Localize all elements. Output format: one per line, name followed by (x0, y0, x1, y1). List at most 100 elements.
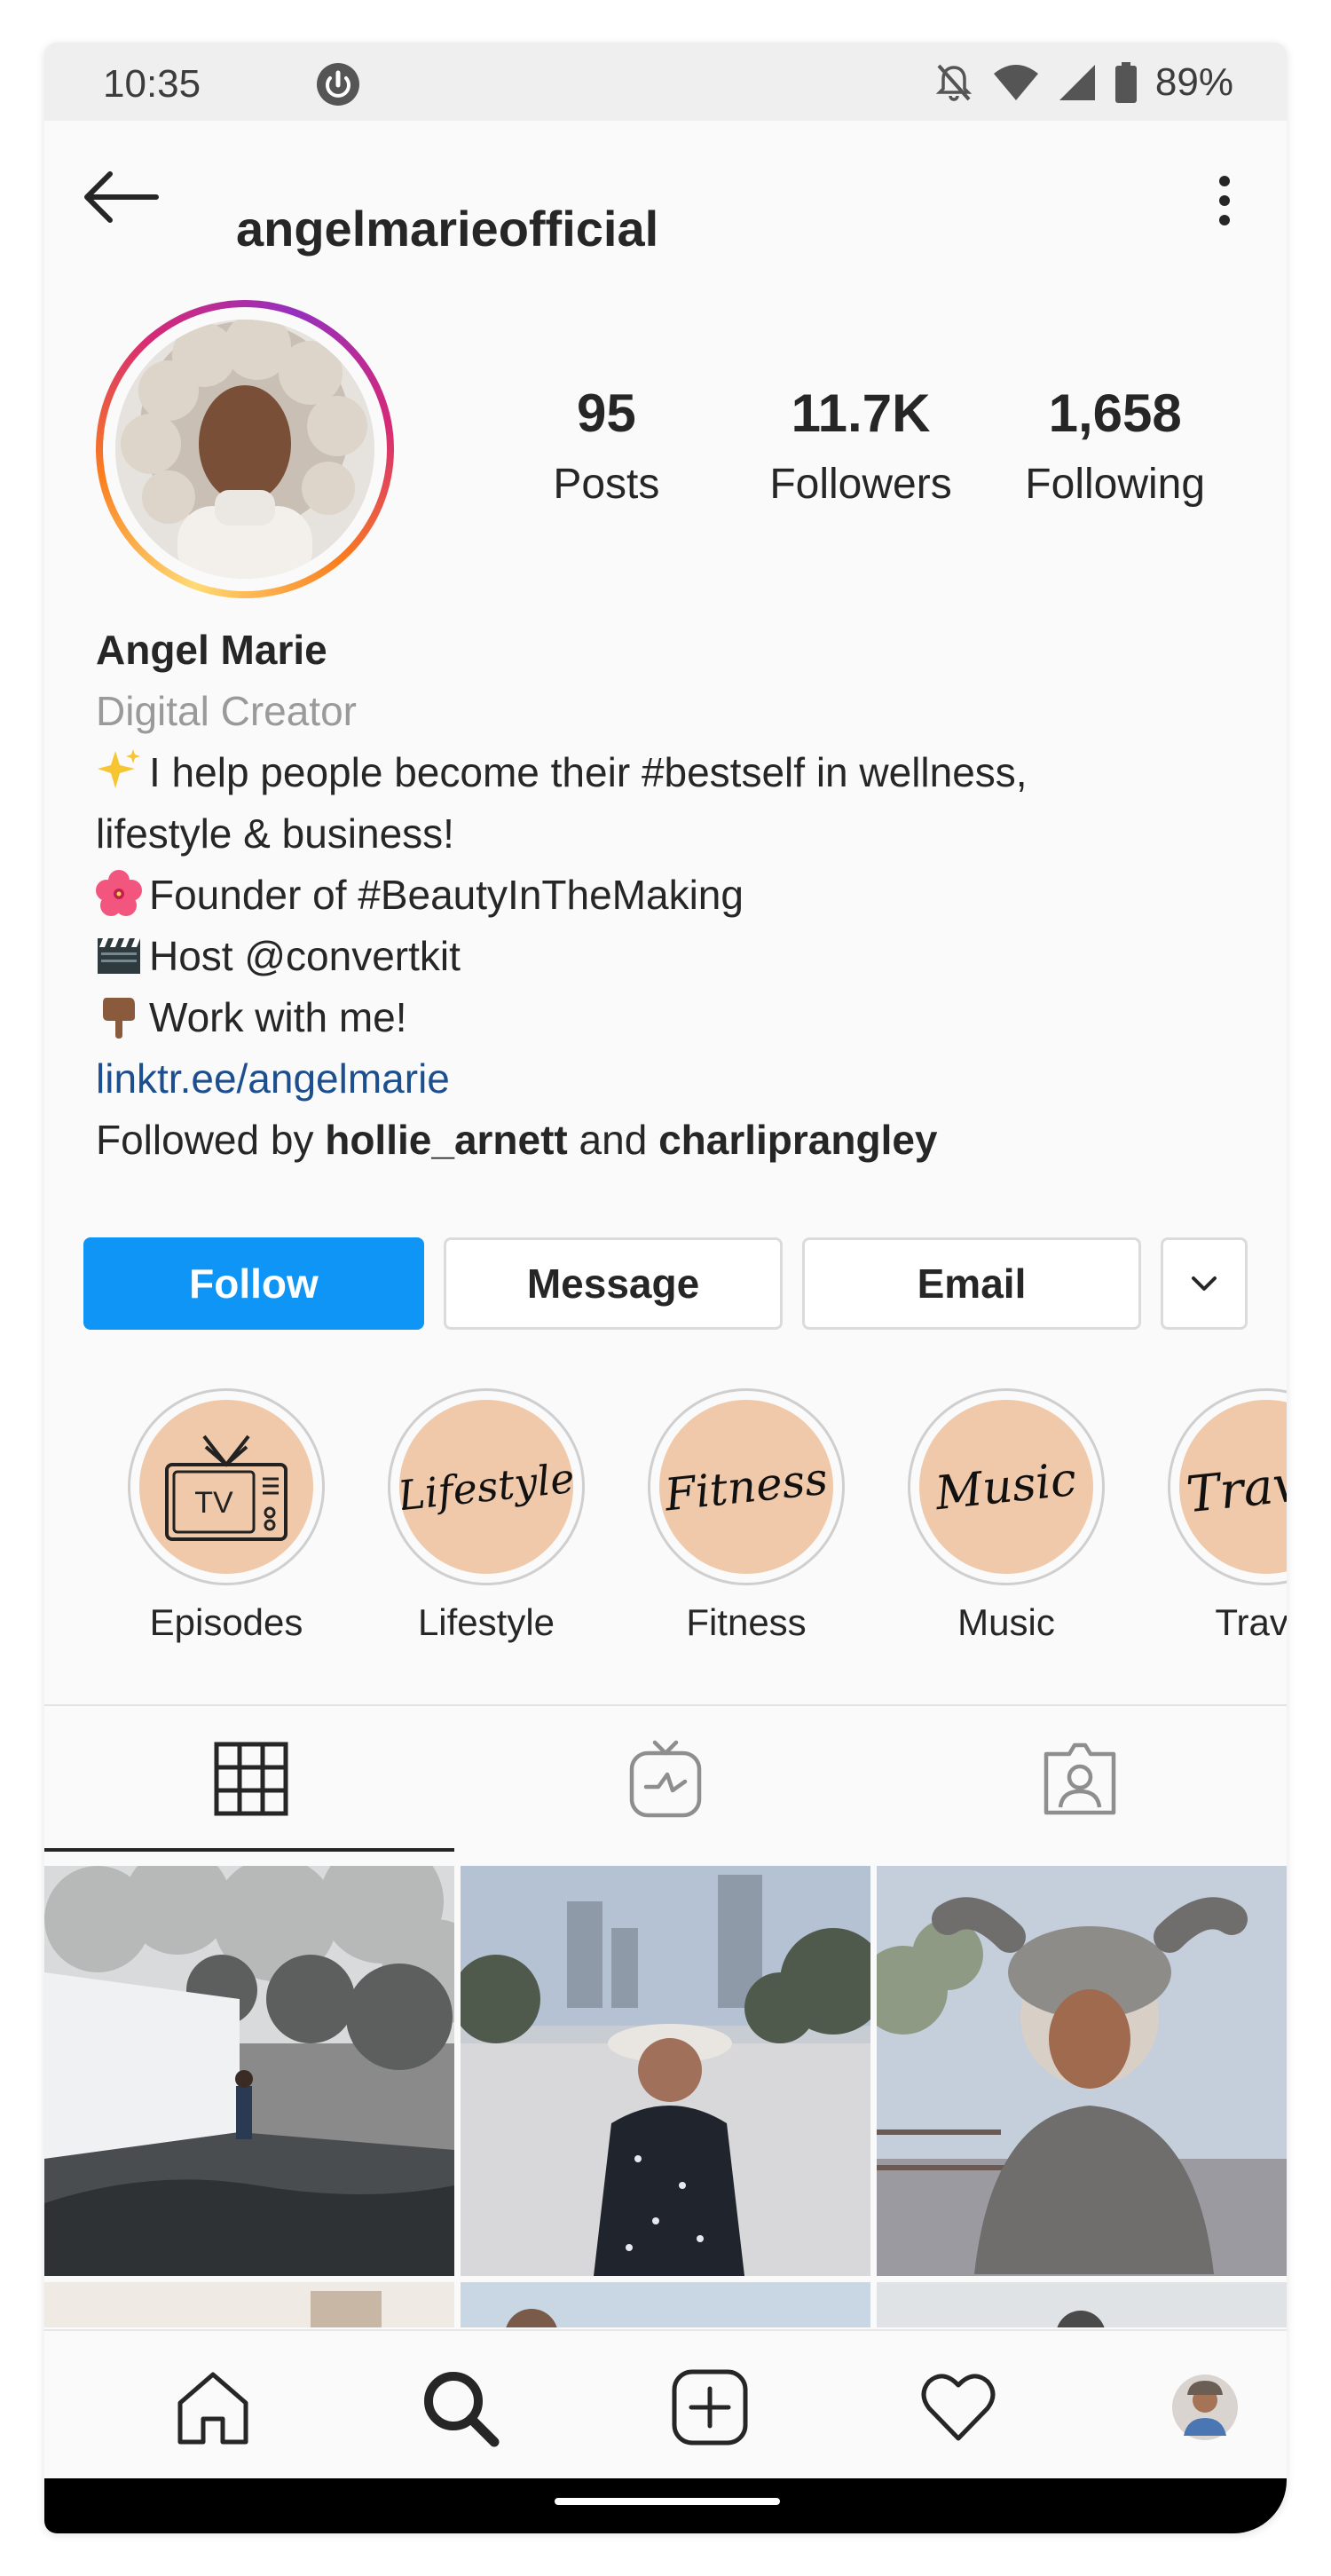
highlight-fitness[interactable]: Fitness Fitness (644, 1388, 848, 1644)
tab-posts-grid[interactable] (44, 1706, 458, 1852)
bio-link[interactable]: linktr.ee/angelmarie (96, 1048, 1249, 1110)
highlight-music[interactable]: Music Music (904, 1388, 1108, 1644)
signal-icon (1059, 65, 1095, 100)
bio-line: Work with me! (96, 987, 1249, 1048)
message-button[interactable]: Message (444, 1237, 783, 1330)
grid-icon (214, 1742, 288, 1816)
profile-avatar (1172, 2375, 1238, 2440)
highlight-travel[interactable]: Travel Travel (1164, 1388, 1287, 1644)
highlight-lifestyle[interactable]: Lifestyle Lifestyle (384, 1388, 588, 1644)
battery-percent: 89% (1154, 60, 1233, 104)
followed-by-user-2: charliprangley (658, 1117, 938, 1163)
post-thumbnail[interactable] (877, 1866, 1287, 2276)
highlight-label: Travel (1215, 1601, 1287, 1643)
highlight-label: Music (957, 1601, 1055, 1643)
posts-count-value: 95 (576, 383, 636, 443)
highlight-cover: Travel (1168, 1388, 1287, 1585)
more-vertical-icon (1219, 176, 1230, 225)
nav-profile[interactable] (1161, 2363, 1249, 2452)
profile-avatar-photo (115, 320, 374, 579)
clapper-board-emoji (98, 938, 140, 974)
post-thumbnail[interactable] (44, 1866, 454, 2276)
home-icon (177, 2372, 248, 2445)
profile-avatar-story-ring[interactable] (96, 300, 394, 598)
bio-line: lifestyle & business! (96, 803, 1249, 865)
back-button[interactable] (78, 153, 167, 241)
new-post-icon (672, 2369, 748, 2446)
home-gesture-handle[interactable] (555, 2498, 780, 2505)
bio-line-text: I help people become their #bestself in … (149, 749, 1028, 795)
following-count-label: Following (1025, 461, 1206, 508)
nav-search[interactable] (415, 2363, 504, 2452)
profile-username: angelmarieofficial (236, 201, 659, 257)
post-thumbnail[interactable] (461, 2282, 870, 2327)
followed-by-user-1: hollie_arnett (325, 1117, 568, 1163)
nav-home[interactable] (169, 2363, 257, 2452)
suggested-accounts-button[interactable] (1161, 1237, 1248, 1330)
status-bar: 10:35 89% (44, 43, 1287, 121)
bottom-navigation (44, 2329, 1287, 2480)
hibiscus-emoji (96, 870, 142, 916)
posts-count-label: Posts (553, 461, 660, 508)
profile-display-name: Angel Marie (96, 627, 327, 673)
profile-bio: Angel Marie Digital Creator I help peopl… (96, 620, 1249, 1171)
search-icon (424, 2372, 500, 2447)
bio-line-text: lifestyle & business! (96, 810, 454, 857)
chevron-down-icon (1192, 1276, 1217, 1291)
more-options-button[interactable] (1198, 156, 1251, 245)
highlight-label: Episodes (149, 1601, 303, 1643)
tab-tagged[interactable] (873, 1706, 1287, 1852)
followers-count-label: Followers (769, 461, 952, 508)
bio-line-text: Host @convertkit (149, 933, 461, 979)
following-count-value: 1,658 (1048, 383, 1182, 443)
nav-new-post[interactable] (666, 2363, 754, 2452)
story-highlights: TV Episodes Lifestyle Lifestyle Fitness … (44, 1388, 1287, 1681)
email-button[interactable]: Email (802, 1237, 1141, 1330)
tagged-icon (1044, 1742, 1116, 1815)
followers-count[interactable]: 11.7K Followers (734, 387, 988, 506)
sparkles-emoji (98, 749, 140, 788)
highlight-cover-text: Lifestyle (399, 1453, 573, 1521)
pointing-down-emoji (103, 998, 135, 1039)
highlight-cover: Music (908, 1388, 1105, 1585)
tab-igtv[interactable] (459, 1706, 872, 1852)
profile-stats: 95 Posts 11.7K Followers 1,658 Following (479, 387, 1242, 506)
bio-line: I help people become their #bestself in … (96, 742, 1249, 803)
status-time: 10:35 (103, 62, 201, 106)
status-icons: 89% (933, 60, 1233, 105)
bell-off-icon (935, 64, 973, 101)
back-arrow-icon (84, 171, 159, 223)
highlight-cover: TV (128, 1388, 325, 1585)
bio-line-text: Founder of #BeautyInTheMaking (149, 872, 744, 918)
highlight-episodes[interactable]: TV Episodes (124, 1388, 328, 1644)
highlight-label: Lifestyle (417, 1601, 555, 1643)
highlight-cover: Fitness (648, 1388, 845, 1585)
post-thumbnail[interactable] (44, 2282, 454, 2327)
active-tab-indicator (44, 1848, 454, 1852)
phone-screen: 10:35 89% angelmarieofficial 95 Posts 11… (44, 43, 1287, 2533)
bio-line: Founder of #BeautyInTheMaking (96, 865, 1249, 926)
profile-content-tabs (44, 1706, 1287, 1852)
battery-icon (1114, 62, 1137, 103)
post-thumbnail[interactable] (461, 1866, 870, 2276)
nav-activity[interactable] (914, 2363, 1003, 2452)
highlight-cover-text: Travel (1183, 1450, 1287, 1524)
followed-by[interactable]: Followed by hollie_arnett and charlipran… (96, 1110, 1249, 1171)
posts-grid (44, 1866, 1287, 2327)
bio-line-text: Work with me! (149, 994, 407, 1040)
profile-actions: Follow Message Email (83, 1237, 1248, 1333)
post-thumbnail[interactable] (877, 2282, 1287, 2327)
data-saver-icon (317, 63, 359, 106)
highlight-cover-text: Music (933, 1452, 1080, 1521)
posts-count[interactable]: 95 Posts (479, 387, 734, 506)
highlight-cover: Lifestyle (388, 1388, 585, 1585)
following-count[interactable]: 1,658 Following (988, 387, 1242, 506)
followers-count-value: 11.7K (791, 383, 931, 443)
followed-by-prefix: Followed by (96, 1117, 314, 1163)
wifi-icon (993, 65, 1038, 100)
bio-line: Host @convertkit (96, 926, 1249, 987)
activity-heart-icon (921, 2374, 996, 2441)
tv-icon: TV (165, 1434, 287, 1541)
highlight-label: Fitness (686, 1601, 807, 1643)
follow-button[interactable]: Follow (83, 1237, 424, 1330)
